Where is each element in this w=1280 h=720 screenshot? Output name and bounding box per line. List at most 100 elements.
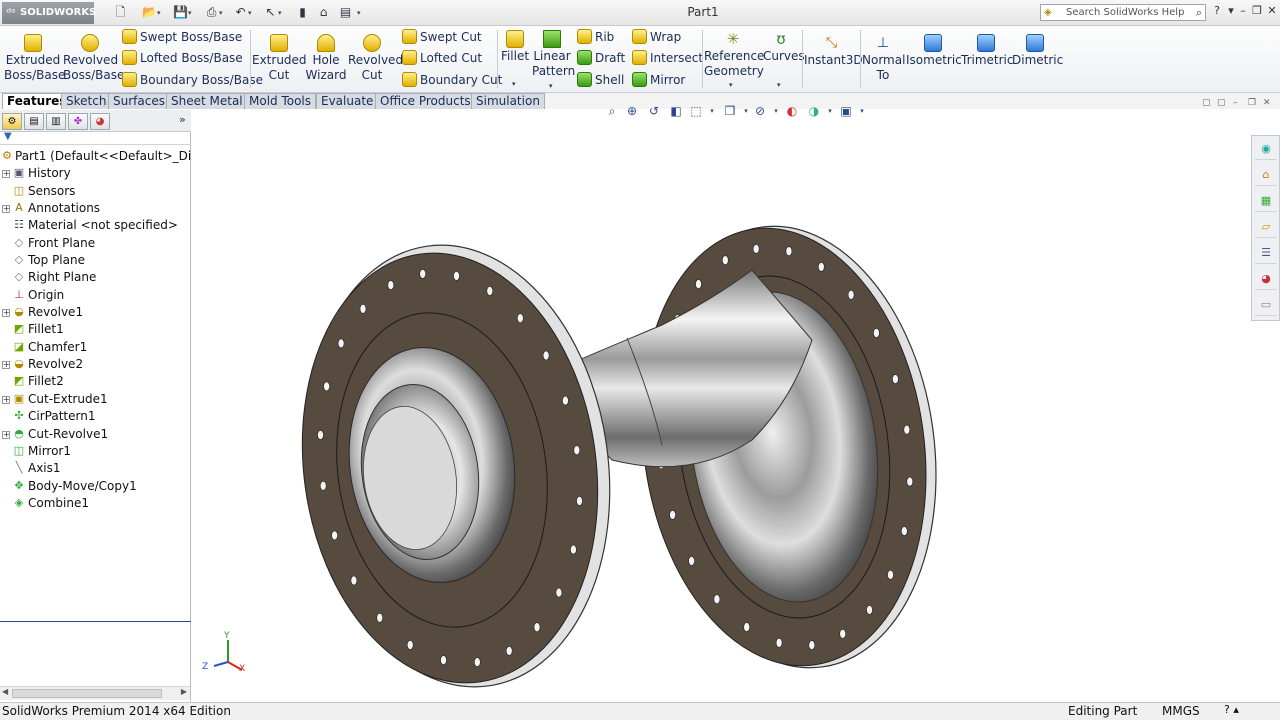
chevron-down-icon[interactable]: ▾ bbox=[729, 81, 733, 89]
revolved-cut-button[interactable]: Revolved Cut bbox=[348, 34, 403, 83]
search-input[interactable]: ◈ Search SolidWorks Help ⌕ bbox=[1040, 4, 1206, 21]
tree-item[interactable]: + ▣ Cut-Extrude1 bbox=[0, 391, 191, 408]
tree-item[interactable]: ◩ Fillet1 bbox=[0, 321, 191, 338]
left-flange[interactable] bbox=[275, 225, 637, 702]
linear-pattern-button[interactable]: Linear Pattern bbox=[532, 30, 575, 79]
mirror-button[interactable]: Mirror bbox=[632, 71, 685, 89]
tab-surfaces[interactable]: Surfaces bbox=[108, 93, 170, 109]
part-model[interactable]: Y X Z bbox=[192, 110, 1280, 702]
shell-button[interactable]: Shell bbox=[577, 71, 624, 89]
expand-icon[interactable]: + bbox=[2, 170, 10, 179]
rib-button[interactable]: Rib bbox=[577, 28, 614, 46]
doc-minimize-icon[interactable]: – bbox=[1233, 98, 1245, 110]
tree-item[interactable]: ◫ Sensors bbox=[0, 183, 191, 200]
help-icon[interactable]: ? bbox=[1210, 4, 1224, 18]
design-library-icon[interactable]: ⌂ bbox=[1255, 164, 1277, 186]
expand-icon[interactable]: + bbox=[2, 361, 10, 370]
dimetric-button[interactable]: Dimetric bbox=[1012, 34, 1063, 68]
chevron-down-icon[interactable]: ▾ bbox=[512, 80, 516, 88]
swept-cut-button[interactable]: Swept Cut bbox=[402, 28, 482, 46]
solidworks-resources-icon[interactable]: ◉ bbox=[1255, 138, 1277, 160]
tree-item[interactable]: + ▣ History bbox=[0, 165, 191, 182]
appearances-icon[interactable]: ☰ bbox=[1255, 242, 1277, 264]
display-manager-tab-icon[interactable]: ◕ bbox=[90, 113, 110, 130]
normal-to-button[interactable]: ⊥ Normal To bbox=[862, 34, 905, 83]
scenes-icon[interactable]: ◕ bbox=[1255, 268, 1277, 290]
tree-item[interactable]: ◫ Mirror1 bbox=[0, 443, 191, 460]
tree-item[interactable]: ╲ Axis1 bbox=[0, 460, 191, 477]
tree-item[interactable]: + ◒ Revolve2 bbox=[0, 356, 191, 373]
draft-button[interactable]: Draft bbox=[577, 49, 625, 67]
unit-system-button[interactable]: MMGS bbox=[1162, 704, 1200, 718]
split-view-icon[interactable]: ▢ bbox=[1202, 98, 1214, 110]
file-explorer-icon[interactable]: ▦ bbox=[1255, 190, 1277, 212]
extruded-cut-button[interactable]: Extruded Cut bbox=[252, 34, 307, 83]
minimize-icon[interactable]: – bbox=[1236, 4, 1250, 18]
tree-item[interactable]: ◇ Front Plane bbox=[0, 235, 191, 252]
reference-geometry-button[interactable]: ✳ Reference Geometry bbox=[704, 30, 764, 79]
tree-item[interactable]: ✣ CirPattern1 bbox=[0, 408, 191, 425]
lofted-cut-button[interactable]: Lofted Cut bbox=[402, 49, 482, 67]
fillet-button[interactable]: Fillet bbox=[500, 30, 530, 64]
curves-button[interactable]: ʊ Curves bbox=[763, 30, 805, 64]
swept-boss-button[interactable]: Swept Boss/Base bbox=[122, 28, 242, 46]
tree-item[interactable]: ✥ Body-Move/Copy1 bbox=[0, 478, 191, 495]
tree-root-part[interactable]: ⚙ Part1 (Default<<Default>_Displa bbox=[0, 148, 216, 165]
tab-office-products[interactable]: Office Products bbox=[375, 93, 476, 109]
property-manager-tab-icon[interactable]: ▤ bbox=[24, 113, 44, 130]
expand-panel-icon[interactable]: » bbox=[179, 113, 186, 126]
tree-item[interactable]: ◪ Chamfer1 bbox=[0, 339, 191, 356]
tile-view-icon[interactable]: ▢ bbox=[1217, 98, 1229, 110]
bolt-hole bbox=[359, 304, 367, 314]
view-palette-icon[interactable]: ▱ bbox=[1255, 216, 1277, 238]
graphics-area[interactable]: ⌕ ⊕ ↺ ◧ ⬚ ▾ ❒ ▾ ⊘ ▾ ◐ ◑ ▾ ▣ ▾ ▢ ▢ – ❐ ✕ bbox=[192, 98, 1280, 702]
tree-filter[interactable]: ▼ bbox=[0, 131, 191, 145]
dimxpert-tab-icon[interactable]: ✤ bbox=[68, 113, 88, 130]
boundary-boss-button[interactable]: Boundary Boss/Base bbox=[122, 71, 263, 89]
boundary-cut-button[interactable]: Boundary Cut bbox=[402, 71, 502, 89]
isometric-button[interactable]: Isometric bbox=[906, 34, 962, 68]
tree-item[interactable]: ⊥ Origin bbox=[0, 287, 191, 304]
chevron-down-icon[interactable]: ▾ bbox=[549, 82, 553, 90]
tree-item[interactable]: ☷ Material <not specified> bbox=[0, 217, 191, 234]
tab-simulation[interactable]: Simulation bbox=[471, 93, 545, 109]
scroll-right-icon[interactable]: ▶ bbox=[181, 687, 187, 696]
quick-tips-icon[interactable]: ? ▴ bbox=[1224, 703, 1239, 716]
tab-sheet-metal[interactable]: Sheet Metal bbox=[166, 93, 248, 109]
expand-icon[interactable]: + bbox=[2, 430, 10, 439]
rollback-bar[interactable] bbox=[0, 621, 191, 622]
tree-item[interactable]: + A Annotations bbox=[0, 200, 191, 217]
expand-icon[interactable]: + bbox=[2, 205, 10, 214]
doc-restore-icon[interactable]: ❐ bbox=[1248, 98, 1260, 110]
tree-item[interactable]: + ◓ Cut-Revolve1 bbox=[0, 426, 191, 443]
hole-wizard-button[interactable]: Hole Wizard bbox=[304, 34, 348, 83]
configuration-manager-tab-icon[interactable]: ▥ bbox=[46, 113, 66, 130]
search-icon[interactable]: ⌕ bbox=[1196, 5, 1202, 20]
scroll-thumb[interactable] bbox=[12, 689, 162, 698]
custom-properties-icon[interactable]: ▭ bbox=[1255, 294, 1277, 316]
scroll-left-icon[interactable]: ◀ bbox=[2, 687, 8, 696]
tree-item[interactable]: ◇ Right Plane bbox=[0, 269, 191, 286]
doc-close-icon[interactable]: ✕ bbox=[1263, 98, 1275, 110]
trimetric-button[interactable]: Trimetric bbox=[961, 34, 1013, 68]
expand-icon[interactable]: + bbox=[2, 309, 10, 318]
extruded-boss-button[interactable]: Extruded Boss/Base bbox=[4, 34, 65, 83]
tab-evaluate[interactable]: Evaluate bbox=[316, 93, 379, 109]
feature-tree-tab-icon[interactable]: ⚙ bbox=[2, 113, 22, 130]
tree-item[interactable]: + ◒ Revolve1 bbox=[0, 304, 191, 321]
restore-icon[interactable]: ❐ bbox=[1250, 4, 1264, 18]
chevron-down-icon[interactable]: ▾ bbox=[777, 81, 781, 89]
tab-sketch[interactable]: Sketch bbox=[61, 93, 112, 109]
instant3d-button[interactable]: ⤡ Instant3D bbox=[804, 34, 863, 68]
tab-mold-tools[interactable]: Mold Tools bbox=[244, 93, 317, 109]
expand-icon[interactable]: + bbox=[2, 395, 10, 404]
tree-item[interactable]: ◈ Combine1 bbox=[0, 495, 191, 512]
horizontal-scrollbar[interactable]: ◀ ▶ bbox=[0, 686, 190, 700]
lofted-boss-button[interactable]: Lofted Boss/Base bbox=[122, 49, 243, 67]
tree-item[interactable]: ◇ Top Plane bbox=[0, 252, 191, 269]
revolved-boss-button[interactable]: Revolved Boss/Base bbox=[63, 34, 124, 83]
intersect-button[interactable]: Intersect bbox=[632, 49, 703, 67]
wrap-button[interactable]: Wrap bbox=[632, 28, 681, 46]
close-icon[interactable]: ✕ bbox=[1265, 4, 1279, 18]
tree-item[interactable]: ◩ Fillet2 bbox=[0, 373, 191, 390]
